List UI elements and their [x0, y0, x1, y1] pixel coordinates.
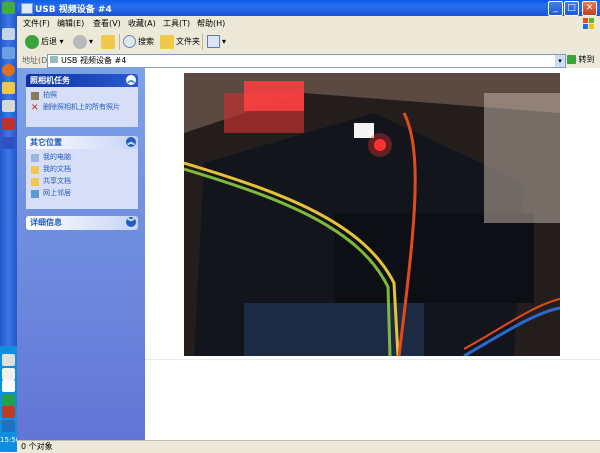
- start-icon[interactable]: [2, 2, 15, 14]
- go-arrow-icon: [567, 55, 576, 64]
- go-button[interactable]: 转到: [567, 54, 595, 65]
- security-shield-icon[interactable]: [2, 406, 15, 418]
- details-header[interactable]: 详细信息 ︾: [26, 216, 138, 230]
- camera-window-icon: [21, 3, 33, 14]
- camera-small-icon: [50, 56, 58, 63]
- menu-bar: 文件(F) 编辑(E) 查看(V) 收藏(A) 工具(T) 帮助(H): [17, 16, 600, 32]
- network-places-icon: [31, 190, 39, 198]
- app-blue-icon[interactable]: [2, 137, 15, 149]
- toolbar: 后退 ▾ ▾ 搜索 文件夹 ▾: [17, 31, 600, 54]
- delete-x-icon: ✕: [31, 103, 39, 113]
- folder-icon: [31, 166, 39, 174]
- forward-arrow-icon: [73, 34, 87, 49]
- menu-favorites[interactable]: 收藏(A): [128, 18, 156, 29]
- up-folder-button[interactable]: [101, 34, 117, 50]
- shared-documents-label: 共享文档: [43, 177, 71, 185]
- status-bar: 0 个对象: [17, 440, 600, 453]
- delete-all-label: 删除照相机上的所有照片: [43, 103, 120, 111]
- computer-icon: [31, 154, 39, 162]
- take-photo-label: 拍照: [43, 91, 57, 99]
- window-title: USB 视频设备 #4: [35, 5, 112, 15]
- collapse-chevron-icon[interactable]: ︽: [126, 75, 136, 85]
- tray-icon[interactable]: [2, 368, 15, 380]
- toolbar-separator: [202, 34, 203, 50]
- windows-logo-icon: [583, 18, 594, 29]
- network-icon[interactable]: [2, 394, 15, 406]
- go-label: 转到: [578, 55, 595, 64]
- title-bar[interactable]: USB 视频设备 #4 _ □ ✕: [17, 0, 600, 16]
- other-places-panel: 我的电脑 我的文档 共享文档 网上邻居: [26, 149, 138, 209]
- shared-documents-link[interactable]: 共享文档: [31, 177, 133, 186]
- minimize-button[interactable]: _: [548, 1, 563, 16]
- other-places-header[interactable]: 其它位置 ︽: [26, 136, 138, 149]
- details-title: 详细信息: [30, 218, 62, 227]
- app-window-icon[interactable]: [2, 100, 15, 112]
- search-label: 搜索: [138, 37, 154, 46]
- my-documents-label: 我的文档: [43, 165, 71, 173]
- menu-edit[interactable]: 编辑(E): [57, 18, 84, 29]
- other-places-title: 其它位置: [30, 138, 62, 147]
- my-computer-label: 我的电脑: [43, 153, 71, 161]
- computer-icon[interactable]: [2, 28, 15, 40]
- folder-icon: [31, 178, 39, 186]
- take-photo-link[interactable]: 拍照: [31, 91, 133, 100]
- menu-help[interactable]: 帮助(H): [197, 18, 225, 29]
- folder-icon[interactable]: [2, 82, 15, 94]
- folders-icon: [160, 34, 174, 49]
- my-documents-link[interactable]: 我的文档: [31, 165, 133, 174]
- content-divider: [145, 359, 600, 360]
- address-dropdown-icon[interactable]: ▾: [555, 55, 565, 67]
- status-text: 0 个对象: [21, 442, 53, 451]
- menu-tools[interactable]: 工具(T): [163, 18, 190, 29]
- task-pane: 照相机任务 ︽ 拍照 ✕ 删除照相机上的所有照片 其它位置 ︽ 我的电脑 我的文…: [17, 68, 145, 440]
- help-icon[interactable]: [2, 380, 15, 392]
- address-bar: 地址(D) USB 视频设备 #4 ▾ 转到: [17, 53, 600, 68]
- back-arrow-icon: [25, 34, 39, 49]
- collapse-chevron-icon[interactable]: ︽: [126, 137, 136, 147]
- close-button[interactable]: ✕: [582, 1, 597, 16]
- clock: 15:50: [0, 436, 21, 444]
- expand-chevron-icon[interactable]: ︾: [126, 217, 136, 227]
- camera-icon: [31, 92, 39, 100]
- my-computer-link[interactable]: 我的电脑: [31, 153, 133, 162]
- camera-tasks-header[interactable]: 照相机任务 ︽: [26, 74, 138, 87]
- camera-tasks-panel: 拍照 ✕ 删除照相机上的所有照片: [26, 87, 138, 127]
- maximize-button[interactable]: □: [564, 1, 579, 16]
- toolbar-separator: [119, 34, 120, 50]
- explorer-icon[interactable]: [2, 47, 15, 59]
- app-red-icon[interactable]: [2, 118, 15, 130]
- camera-preview-image: [184, 73, 560, 356]
- search-button[interactable]: 搜索: [123, 34, 154, 50]
- back-label: 后退: [41, 37, 57, 46]
- views-grid-icon: [207, 35, 220, 48]
- folders-button[interactable]: 文件夹: [160, 34, 200, 50]
- address-value: USB 视频设备 #4: [61, 56, 127, 65]
- back-button[interactable]: 后退 ▾: [25, 34, 64, 50]
- taskbar: 15:50: [0, 0, 21, 452]
- folders-label: 文件夹: [176, 37, 200, 46]
- menu-file[interactable]: 文件(F): [23, 18, 50, 29]
- address-input[interactable]: USB 视频设备 #4 ▾: [47, 54, 566, 68]
- forward-button[interactable]: ▾: [73, 34, 93, 50]
- tray-icon[interactable]: [2, 354, 15, 366]
- search-icon: [123, 35, 136, 48]
- camera-tasks-title: 照相机任务: [30, 76, 70, 85]
- views-button[interactable]: ▾: [207, 34, 226, 50]
- network-places-link[interactable]: 网上邻居: [31, 189, 133, 198]
- explorer-window: USB 视频设备 #4 _ □ ✕ 文件(F) 编辑(E) 查看(V) 收藏(A…: [17, 0, 600, 453]
- shield-icon[interactable]: [2, 420, 15, 432]
- content-area: [145, 68, 600, 440]
- firefox-icon[interactable]: [2, 64, 15, 76]
- network-places-label: 网上邻居: [43, 189, 71, 197]
- up-folder-icon: [101, 34, 115, 49]
- delete-all-photos-link[interactable]: ✕ 删除照相机上的所有照片: [31, 103, 133, 113]
- menu-view[interactable]: 查看(V): [93, 18, 121, 29]
